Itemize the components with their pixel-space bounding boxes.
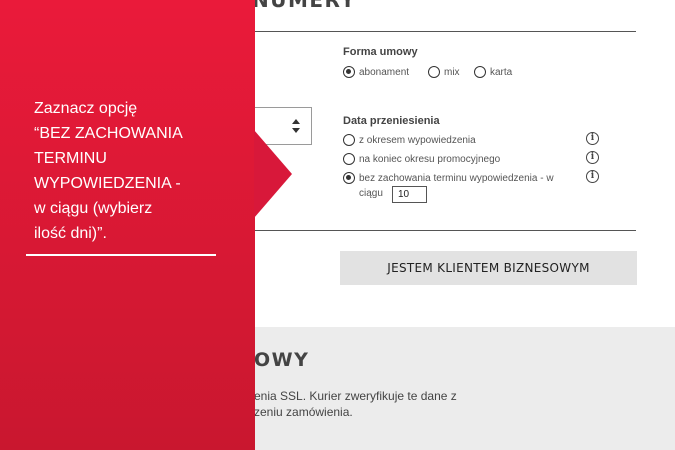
tutorial-arrow-pointer (254, 130, 292, 218)
radio-button[interactable] (428, 66, 440, 78)
info-icon[interactable]: i (586, 151, 599, 164)
middle-divider (252, 230, 636, 231)
instruction-line: WYPOWIEDZENIA - (34, 175, 181, 192)
radio-button[interactable] (343, 134, 355, 146)
radio-option-without-notice[interactable]: bez zachowania terminu wypowiedzenia - w (343, 172, 554, 184)
business-client-button[interactable]: JESTEM KLIENTEM BIZNESOWYM (340, 251, 637, 285)
info-section-heading: OWY (254, 349, 310, 371)
tutorial-instruction: Zaznacz opcję “BEZ ZACHOWANIA TERMINU WY… (34, 96, 234, 246)
radio-label: mix (444, 66, 460, 78)
radio-label: z okresem wypowiedzenia (359, 134, 476, 146)
radio-label: karta (490, 66, 513, 78)
top-divider (252, 31, 636, 32)
radio-option-notice-period[interactable]: z okresem wypowiedzenia (343, 134, 476, 146)
radio-option-end-of-promo[interactable]: na koniec okresu promocyjnego (343, 153, 500, 165)
info-text-line: enia SSL. Kurier zweryfikuje te dane z (254, 389, 457, 403)
radio-label: na koniec okresu promocyjnego (359, 153, 501, 165)
radio-button[interactable] (343, 66, 355, 78)
info-icon[interactable]: i (586, 132, 599, 145)
info-text-line: zeniu zamówienia. (254, 405, 353, 419)
transfer-date-label: Data przeniesienia (343, 115, 440, 127)
radio-label: bez zachowania terminu wypowiedzenia - w (359, 172, 554, 184)
select-arrows-icon (292, 119, 300, 133)
form-type-label: Forma umowy (343, 46, 418, 58)
tutorial-underline (26, 254, 216, 256)
radio-button[interactable] (343, 172, 355, 184)
radio-option-karta[interactable]: karta (474, 66, 512, 78)
radio-button[interactable] (343, 153, 355, 165)
radio-button[interactable] (474, 66, 486, 78)
instruction-line: ilość dni)”. (34, 225, 107, 242)
instruction-line: “BEZ ZACHOWANIA (34, 125, 183, 142)
radio-label-continued: ciągu (359, 188, 383, 199)
radio-option-abonament[interactable]: abonament (343, 66, 409, 78)
section-heading: NUMERY (252, 0, 357, 12)
instruction-line: w ciągu (wybierz (34, 200, 153, 217)
instruction-line: TERMINU (34, 150, 107, 167)
days-input[interactable]: 10 (392, 186, 427, 203)
radio-option-mix[interactable]: mix (428, 66, 460, 78)
info-icon[interactable]: i (586, 170, 599, 183)
radio-label: abonament (359, 66, 410, 78)
instruction-line: Zaznacz opcję (34, 100, 138, 117)
